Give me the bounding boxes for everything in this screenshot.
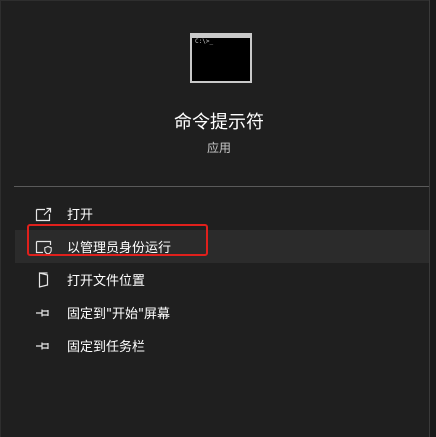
app-title: 命令提示符: [174, 112, 264, 133]
menu-item-open-file-location[interactable]: 打开文件位置: [15, 263, 431, 296]
window-edge: [429, 0, 436, 437]
menu-item-run-as-admin[interactable]: 以管理员身份运行: [15, 230, 431, 263]
open-icon: [35, 206, 53, 222]
menu-item-label: 打开文件位置: [67, 274, 146, 289]
menu-item-open[interactable]: 打开: [15, 197, 431, 230]
command-prompt-icon: C:\>_: [190, 33, 252, 83]
menu-item-label: 打开: [67, 208, 94, 223]
start-menu-app-panel: C:\>_ 命令提示符 应用 打开 以管理员身份运行 打开文件位置 固定到"开始…: [0, 0, 436, 437]
divider: [14, 186, 432, 187]
menu-item-label: 以管理员身份运行: [67, 241, 172, 256]
menu-item-label: 固定到"开始"屏幕: [67, 307, 170, 322]
app-subtitle: 应用: [206, 141, 231, 155]
file-location-icon: [35, 271, 53, 288]
pin-icon: [35, 338, 53, 354]
menu-item-pin-to-start[interactable]: 固定到"开始"屏幕: [15, 296, 431, 329]
menu-item-label: 固定到任务栏: [67, 340, 146, 355]
prompt-glyph: C:\>_: [195, 38, 214, 45]
menu-item-pin-to-taskbar[interactable]: 固定到任务栏: [15, 329, 431, 362]
run-as-admin-icon: [35, 239, 53, 255]
context-menu: 打开 以管理员身份运行 打开文件位置 固定到"开始"屏幕 固定到任务栏: [15, 197, 431, 362]
pin-icon: [35, 305, 53, 321]
